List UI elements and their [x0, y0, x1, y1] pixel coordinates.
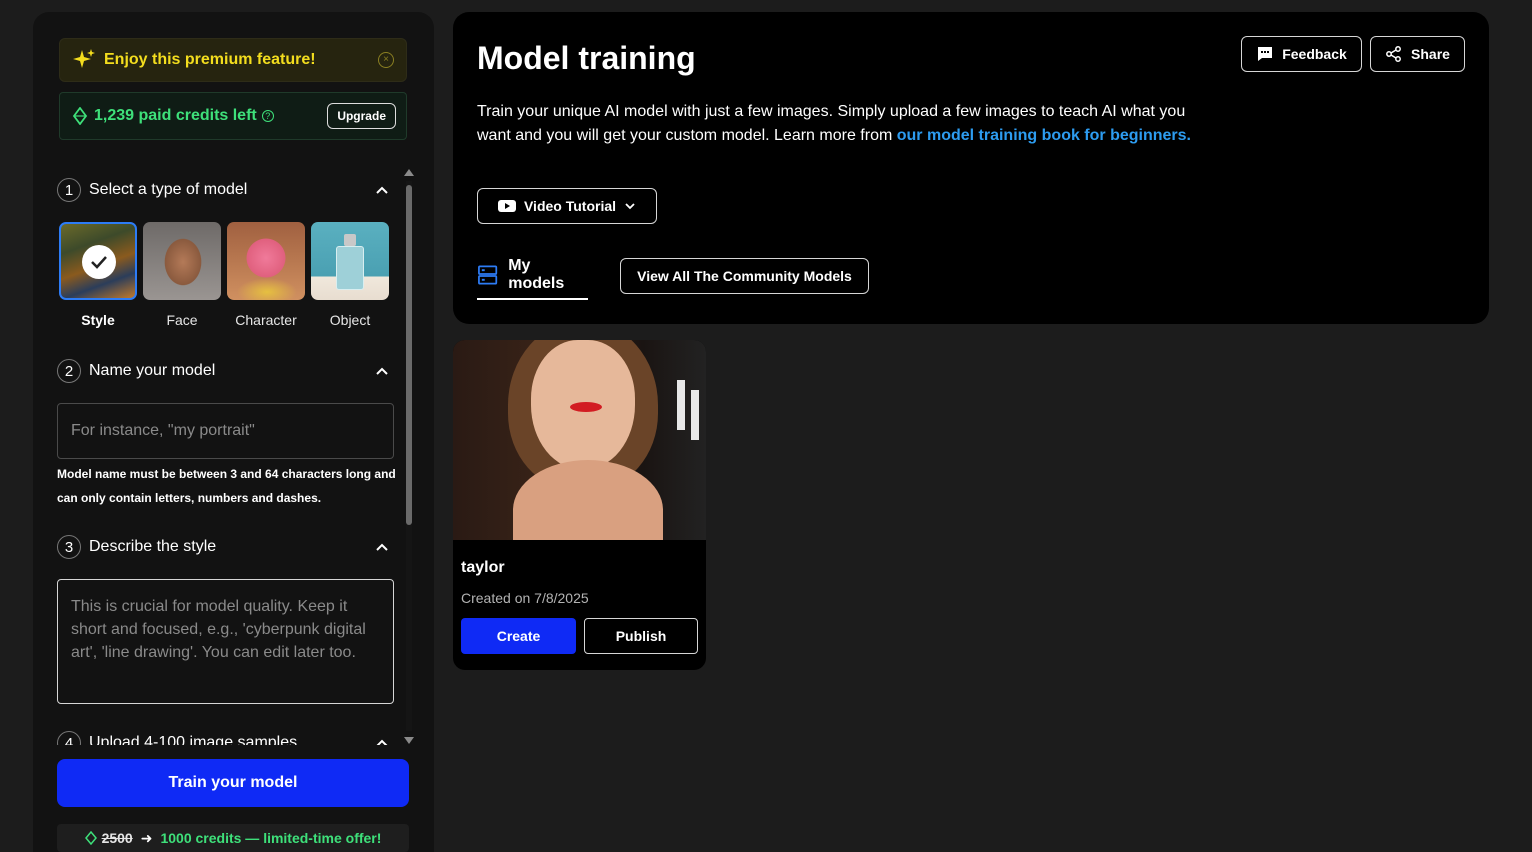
model-training-header: Model training Train your unique AI mode… [453, 12, 1489, 324]
step-upload-samples[interactable]: 4 Upload 4-100 image samples [57, 730, 389, 745]
training-book-link[interactable]: our model training book for beginners. [897, 127, 1191, 144]
scroll-up-arrow[interactable] [404, 169, 414, 176]
train-model-button[interactable]: Train your model [57, 759, 409, 807]
models-icon [478, 265, 498, 285]
model-type-style[interactable]: Style [59, 222, 137, 328]
model-name: taylor [461, 559, 505, 576]
create-button[interactable]: Create [461, 618, 576, 654]
tab-my-models[interactable]: My models [477, 257, 588, 300]
sparkle-icon [73, 49, 95, 68]
model-created-date: Created on 7/8/2025 [461, 590, 589, 606]
view-community-models-button[interactable]: View All The Community Models [620, 258, 869, 294]
share-icon [1386, 46, 1401, 62]
old-price: 2500 [101, 830, 133, 846]
step-number: 1 [57, 178, 81, 202]
offer-text: 1000 credits — limited-time offer! [160, 830, 382, 846]
feedback-button[interactable]: Feedback [1241, 36, 1362, 72]
step-describe-style[interactable]: 3 Describe the style [57, 534, 389, 560]
step-number: 3 [57, 535, 81, 559]
help-icon[interactable]: ? [261, 110, 274, 122]
step-name-model[interactable]: 2 Name your model [57, 358, 389, 384]
type-label: Character [235, 312, 297, 328]
upgrade-button[interactable]: Upgrade [327, 103, 396, 129]
arrow-right-icon: ➜ [140, 829, 153, 846]
model-type-object[interactable]: Object [311, 222, 389, 328]
share-button[interactable]: Share [1370, 36, 1465, 72]
type-label: Style [81, 312, 115, 328]
model-thumbnail[interactable] [453, 340, 706, 540]
page-description: Train your unique AI model with just a f… [477, 100, 1217, 148]
chevron-up-icon[interactable] [375, 736, 389, 745]
chat-icon [1258, 47, 1273, 61]
credits-bar: 1,239 paid credits left ? Upgrade [59, 92, 407, 140]
model-card[interactable]: taylor Created on 7/8/2025 Create Publis… [453, 340, 706, 670]
scroll-thumb[interactable] [406, 185, 412, 525]
style-description-input[interactable] [57, 579, 394, 704]
gem-icon [72, 107, 88, 125]
step-title: Select a type of model [89, 181, 248, 198]
chevron-down-icon [625, 203, 635, 210]
style-thumbnail [59, 222, 137, 300]
type-label: Object [329, 312, 371, 328]
tutorial-label: Video Tutorial [523, 198, 617, 214]
step-number: 2 [57, 359, 81, 383]
video-tutorial-dropdown[interactable]: Video Tutorial [477, 188, 657, 224]
type-label: Face [166, 312, 198, 328]
sidebar-scrollbar[interactable] [403, 169, 415, 744]
step-title: Upload 4-100 image samples [89, 734, 298, 745]
model-type-character[interactable]: Character [227, 222, 305, 328]
check-icon [82, 245, 116, 279]
model-type-picker: Style Face Character Object [59, 222, 389, 328]
name-hint: Model name must be between 3 and 64 char… [57, 467, 396, 505]
step-upload-clip: 4 Upload 4-100 image samples [33, 730, 403, 745]
tab-label: My models [508, 257, 565, 292]
sidebar: Enjoy this premium feature! × 1,239 paid… [33, 12, 434, 852]
gem-icon [84, 831, 97, 845]
page-title: Model training [477, 40, 696, 76]
step-select-type[interactable]: 1 Select a type of model [57, 177, 389, 203]
step-number: 4 [57, 731, 81, 745]
chevron-up-icon[interactable] [375, 540, 389, 554]
model-type-face[interactable]: Face [143, 222, 221, 328]
credits-offer: 2500 ➜ 1000 credits — limited-time offer… [57, 824, 409, 852]
object-thumbnail [311, 222, 389, 300]
chevron-up-icon[interactable] [375, 183, 389, 197]
credits-count: 1,239 paid credits left [94, 107, 257, 124]
step-title: Name your model [89, 362, 216, 379]
close-icon[interactable]: × [378, 52, 394, 68]
feedback-label: Feedback [1282, 46, 1347, 62]
share-label: Share [1411, 46, 1450, 62]
model-name-input[interactable] [57, 403, 394, 459]
promo-title: Enjoy this premium feature! [104, 51, 316, 68]
scroll-down-arrow[interactable] [404, 737, 414, 744]
step-title: Describe the style [89, 538, 217, 555]
youtube-icon [497, 200, 516, 212]
premium-banner: Enjoy this premium feature! × [59, 38, 407, 82]
chevron-up-icon[interactable] [375, 364, 389, 378]
character-thumbnail [227, 222, 305, 300]
publish-button[interactable]: Publish [584, 618, 698, 654]
face-thumbnail [143, 222, 221, 300]
